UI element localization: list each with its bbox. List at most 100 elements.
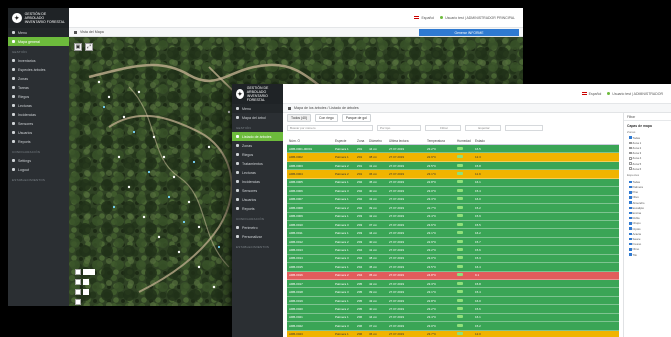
sidebar-item[interactable]: Riegos [232,150,283,159]
table-row[interactable]: ARB-0022 Palmera 3 Z06 37 cm 27.07.2019 23.0°… [287,322,619,331]
table-row[interactable]: ARB-0004 Palmera 2 Z01 36 cm 27.07.2019 23.1°… [287,170,619,179]
language-selector[interactable]: Español [414,16,434,20]
column-header[interactable]: Especie [333,139,355,143]
table-row[interactable]: ARB-0021 Palmera 1 Z06 44 cm 27.07.2019 23.4°… [287,313,619,323]
checkbox[interactable] [629,157,632,160]
column-header[interactable]: Última lectura [387,139,425,143]
table-row[interactable]: ARB-0017 Palmera 1 Z05 42 cm 27.07.2019 23.3°… [287,280,619,289]
checkbox[interactable] [629,206,632,210]
sidebar-item[interactable]: Sensores [232,186,283,195]
checkbox[interactable] [629,242,632,246]
column-header[interactable]: Estado [473,139,485,143]
sidebar-item[interactable]: Tareas [8,83,69,92]
checkbox[interactable] [75,299,81,305]
checkbox[interactable] [629,162,632,165]
sidebar-item[interactable]: Riegos [8,92,69,101]
filter-button[interactable]: Filtrar [425,125,461,131]
checkbox[interactable] [629,185,632,189]
page-size-select[interactable] [505,125,543,131]
column-header[interactable]: Núm. Ó [287,139,333,143]
language-selector[interactable]: Español [581,92,601,96]
table-row[interactable]: ARB-0019 Palmera 1 Z05 43 cm 27.07.2019 22.8°… [287,296,619,306]
sidebar-item[interactable]: Incidencias [232,177,283,186]
sidebar-item[interactable]: Tratamientos [232,159,283,168]
checkbox[interactable] [75,279,81,285]
search-input[interactable]: Buscar por número [287,125,373,131]
checkbox[interactable] [629,196,632,199]
sidebar-item[interactable]: Logout [8,165,69,174]
checkbox[interactable] [629,167,632,170]
table-row[interactable]: ARB-0011 Palmera 1 Z03 44 cm 27.07.2019 23.1°… [287,229,619,238]
table-row[interactable]: ARB-0007 Palmera 1 Z02 43 cm 27.07.2019 23.3°… [287,195,619,205]
export-button[interactable]: Exportar [465,125,501,131]
checkbox[interactable] [629,248,632,251]
tab-with-irrigation[interactable]: Con riego [315,113,338,122]
layers-button[interactable]: ▣ [74,43,82,51]
column-header[interactable]: Humedad [455,139,473,143]
map-option-row[interactable] [75,269,95,275]
sidebar-item[interactable]: Zonas [8,74,69,83]
nav-item-tree-list[interactable]: Listado de árboles [232,132,283,141]
checkbox[interactable] [629,237,632,241]
table-row[interactable]: ARB-0018 Palmera 3 Z05 39 cm 27.07.2019 23.1°… [287,288,619,297]
table-row[interactable]: ARB-0016 Palmera 2 Z04 35 cm 27.07.2019 24.8°… [287,271,619,280]
home-icon[interactable] [74,30,77,34]
map-option-row[interactable] [75,299,81,305]
user-menu[interactable]: Usuario test | ADMINISTRADOR [607,92,663,96]
tab-golf-park[interactable]: Parque de gol [341,113,371,122]
column-header[interactable]: Diámetro [367,139,387,143]
column-header[interactable]: Temperatura [425,139,455,143]
checkbox[interactable] [629,191,632,194]
checkbox[interactable] [75,289,81,295]
sidebar-item[interactable]: Zonas [232,141,283,150]
checkbox[interactable] [629,201,632,204]
checkbox[interactable] [629,211,632,215]
table-row[interactable]: ARB-0006 Palmera 3 Z02 40 cm 27.07.2019 23.0°… [287,187,619,196]
fullscreen-button[interactable]: ⤢ [85,43,93,51]
sidebar-item[interactable]: Personalizar [232,232,283,241]
sidebar-item[interactable]: Usuarios [232,195,283,204]
sidebar-item[interactable]: Sensores [8,119,69,128]
nav-menu[interactable]: Menu [232,104,283,113]
table-row[interactable]: ARB-0013 Palmera 1 Z04 41 cm 27.07.2019 23.2°… [287,246,619,255]
sidebar-item[interactable]: Usuarios [8,128,69,137]
checkbox[interactable] [629,136,632,139]
sidebar-item[interactable]: Reports [232,204,283,213]
table-row[interactable]: ARB-0020 Palmera 2 Z05 40 cm 27.07.2019 23.2°… [287,305,619,314]
sidebar-item[interactable]: Settings [8,156,69,165]
checkbox[interactable] [75,269,81,275]
nav-menu[interactable]: Menu [8,28,69,37]
nav-item-map[interactable]: Mapa general [8,37,69,46]
map-option-row[interactable] [75,289,89,295]
checkbox[interactable] [629,180,632,184]
table-row[interactable]: ARB-0009 Palmera 1 Z03 42 cm 27.07.2019 23.4°… [287,212,619,221]
panel-tab[interactable]: Filtrar [624,113,671,121]
user-menu[interactable]: Usuario test | ADMINISTRADOR PRINCIPAL [440,16,515,20]
type-select[interactable]: Por tipo [377,125,421,131]
table-row[interactable]: ARB-0012 Palmera 2 Z03 40 cm 27.07.2019 22.9°… [287,237,619,247]
tab-all[interactable]: Todos (40) [287,113,312,122]
map-option-row[interactable] [75,279,89,285]
sidebar-item[interactable]: Inventarios [8,56,69,65]
table-row[interactable]: ARB-0002 Palmera 1 Z01 38 cm 27.07.2019 22.9°… [287,153,619,162]
table-row[interactable]: ARB-0003 Palmera 2 Z01 41 cm 27.07.2019 23.5°… [287,161,619,171]
checkbox[interactable] [629,232,632,236]
checkbox[interactable] [629,227,632,230]
sidebar-item[interactable]: Especies árboles [8,65,69,74]
table-row[interactable]: ARB-0001-00001 Palmera 1 Z01 44 cm 27.07.201… [287,145,619,154]
checkbox[interactable] [629,253,632,256]
sidebar-item[interactable]: Perimetro [232,223,283,232]
home-icon[interactable] [288,106,291,110]
checkbox[interactable] [629,141,632,145]
table-row[interactable]: ARB-0005 Palmera 1 Z02 45 cm 27.07.2019 22.8°… [287,178,619,188]
sidebar-item[interactable]: Lecturas [8,101,69,110]
sidebar-item[interactable]: Incidencias [8,110,69,119]
table-row[interactable]: ARB-0014 Palmera 3 Z04 38 cm 27.07.2019 23.0°… [287,254,619,264]
table-row[interactable]: ARB-0023 Palmera 1 Z06 36 cm 27.07.2019 23.7°… [287,330,619,337]
checkbox[interactable] [629,216,632,220]
checkbox[interactable] [629,151,632,155]
nav-item-tree-map[interactable]: Mapa del árbol [232,113,283,122]
layer-item[interactable]: Tilo [629,252,671,257]
table-row[interactable]: ARB-0010 Palmera 3 Z03 37 cm 27.07.2019 23.6°… [287,220,619,230]
sidebar-item[interactable]: Lecturas [232,168,283,177]
